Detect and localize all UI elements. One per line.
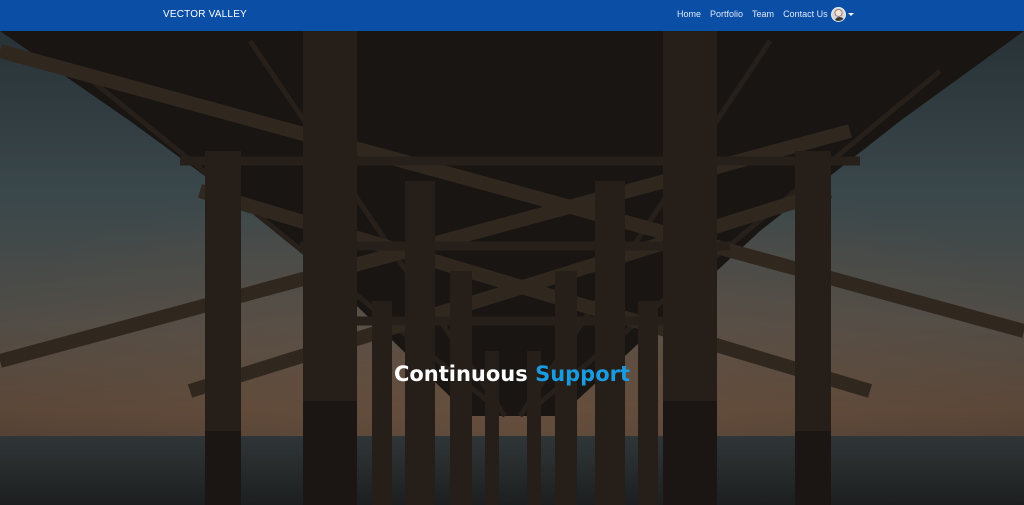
chevron-down-icon (848, 13, 854, 16)
user-avatar-icon (831, 7, 846, 22)
hero-headline-main: Continuous (393, 362, 528, 386)
nav-links: Home Portfolio Team Contact Us (677, 9, 828, 19)
hero-headline-accent: Support (535, 362, 631, 386)
nav-link-team[interactable]: Team (752, 9, 774, 19)
brand-logo-link[interactable]: VECTOR VALLEY (163, 9, 247, 20)
user-menu-toggle[interactable] (831, 7, 854, 22)
nav-link-portfolio[interactable]: Portfolio (710, 9, 743, 19)
top-navbar: VECTOR VALLEY Home Portfolio Team Contac… (0, 0, 1024, 31)
hero-banner: Continuous Support (0, 31, 1024, 505)
hero-headline: Continuous Support (0, 362, 1024, 386)
nav-link-home[interactable]: Home (677, 9, 701, 19)
nav-link-contact-us[interactable]: Contact Us (783, 9, 828, 19)
hero-background-image (0, 31, 1024, 505)
